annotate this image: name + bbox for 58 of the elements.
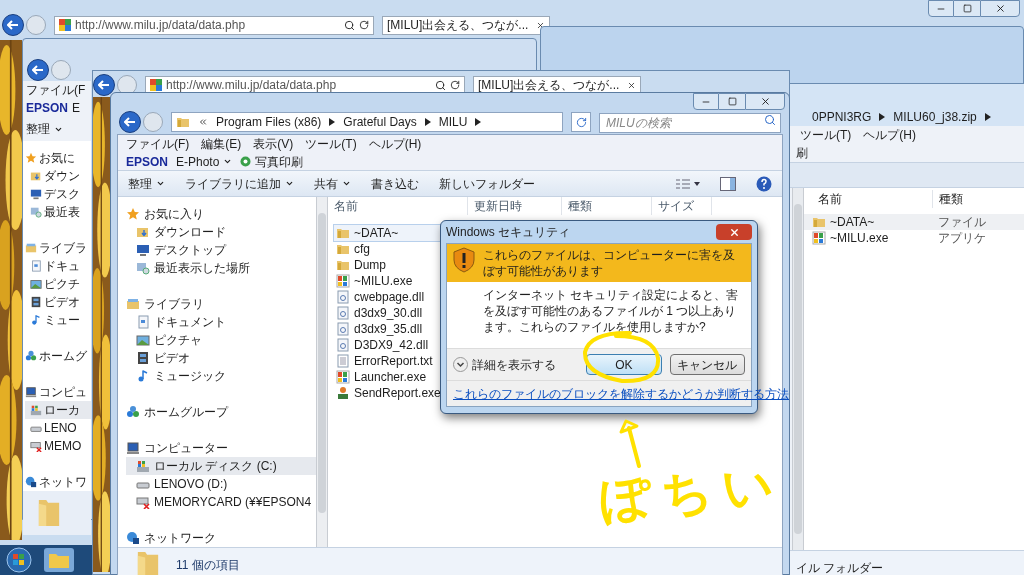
nav-item-label: LENO bbox=[44, 420, 77, 437]
file-name: cfg bbox=[354, 241, 370, 258]
file-name: SendReport.exe bbox=[354, 385, 441, 402]
address-text: http://www.milu.jp/data/data.php bbox=[75, 17, 247, 34]
nav-group-label: ネットワ bbox=[39, 474, 87, 491]
nav-item-label: ローカル ディスク (C:) bbox=[154, 458, 277, 475]
nav-item-label: デスクトップ bbox=[154, 242, 226, 259]
file-name: ErrorReport.txt bbox=[354, 353, 433, 370]
file-type: アプリケ bbox=[938, 230, 986, 247]
file-type: ファイル bbox=[938, 214, 986, 231]
handwritten-note: ぽちい bbox=[597, 453, 786, 532]
nav-item-label: ピクチャ bbox=[154, 332, 202, 349]
tab-title: [MILU]出会える、つなが... bbox=[387, 17, 530, 34]
nav-group-label: ライブラ bbox=[39, 240, 87, 257]
nav-group-label: コンピューター bbox=[144, 440, 228, 457]
file-name: ~DATA~ bbox=[354, 225, 399, 242]
file-name: cwebpage.dll bbox=[354, 289, 425, 306]
nav-group-label: ネットワーク bbox=[144, 530, 216, 547]
nav-group-label: ライブラリ bbox=[144, 296, 204, 313]
nav-item-label: 最近表 bbox=[44, 204, 80, 221]
file-name: ~DATA~ bbox=[830, 214, 875, 231]
file-name: Launcher.exe bbox=[354, 369, 427, 386]
toolbar-text: 刷 bbox=[796, 145, 808, 162]
dialog-title: Windows セキュリティ bbox=[446, 224, 570, 241]
address-text: http://www.milu.jp/data/data.php bbox=[166, 77, 338, 94]
epson-logo: EPSON bbox=[26, 100, 68, 117]
file-name: d3dx9_35.dll bbox=[354, 321, 423, 338]
epson-logo: EPSON bbox=[126, 153, 168, 171]
nav-item-label: デスク bbox=[44, 186, 80, 203]
nav-item-label: ピクチ bbox=[44, 276, 80, 293]
status-text: イル フォルダー bbox=[796, 559, 884, 575]
nav-item-label: LENOVO (D:) bbox=[154, 476, 228, 493]
nav-item-label: MEMORYCARD (¥¥EPSON4 bbox=[154, 494, 312, 511]
toolbar-text: E bbox=[72, 100, 81, 117]
nav-group-label: コンピュ bbox=[39, 384, 87, 401]
file-name: ~MILU.exe bbox=[830, 230, 889, 247]
file-name: Dump bbox=[354, 257, 386, 274]
nav-item-label: MEMO bbox=[44, 438, 82, 455]
nav-item-label: 最近表示した場所 bbox=[154, 260, 250, 277]
nav-group-label: ホームグループ bbox=[144, 404, 228, 421]
tab-title: [MILU]出会える、つなが... bbox=[478, 77, 621, 94]
nav-item-label: ダウンロード bbox=[154, 224, 226, 241]
nav-item-label: ビデオ bbox=[154, 350, 190, 367]
nav-item-label: ミュージック bbox=[154, 368, 226, 385]
nav-item-label: ミュー bbox=[44, 312, 80, 329]
nav-group-label: お気に入り bbox=[144, 206, 204, 223]
nav-group-label: お気に bbox=[39, 150, 75, 167]
nav-item-label: ローカ bbox=[44, 402, 80, 419]
nav-item-label: ダウン bbox=[44, 168, 80, 185]
file-name: ~MILU.exe bbox=[354, 273, 413, 290]
nav-item-label: ドキュ bbox=[44, 258, 80, 275]
nav-group-label: ホームグ bbox=[39, 348, 87, 365]
nav-item-label: ビデオ bbox=[44, 294, 80, 311]
file-name: d3dx9_30.dll bbox=[354, 305, 423, 322]
status-text: 11 個の項目 bbox=[176, 556, 240, 574]
file-name: D3DX9_42.dll bbox=[354, 337, 429, 354]
warning-text: これらのファイルは、コンピューターに害を及ぼす可能性があります bbox=[483, 247, 736, 279]
nav-item-label: ドキュメント bbox=[154, 314, 226, 331]
